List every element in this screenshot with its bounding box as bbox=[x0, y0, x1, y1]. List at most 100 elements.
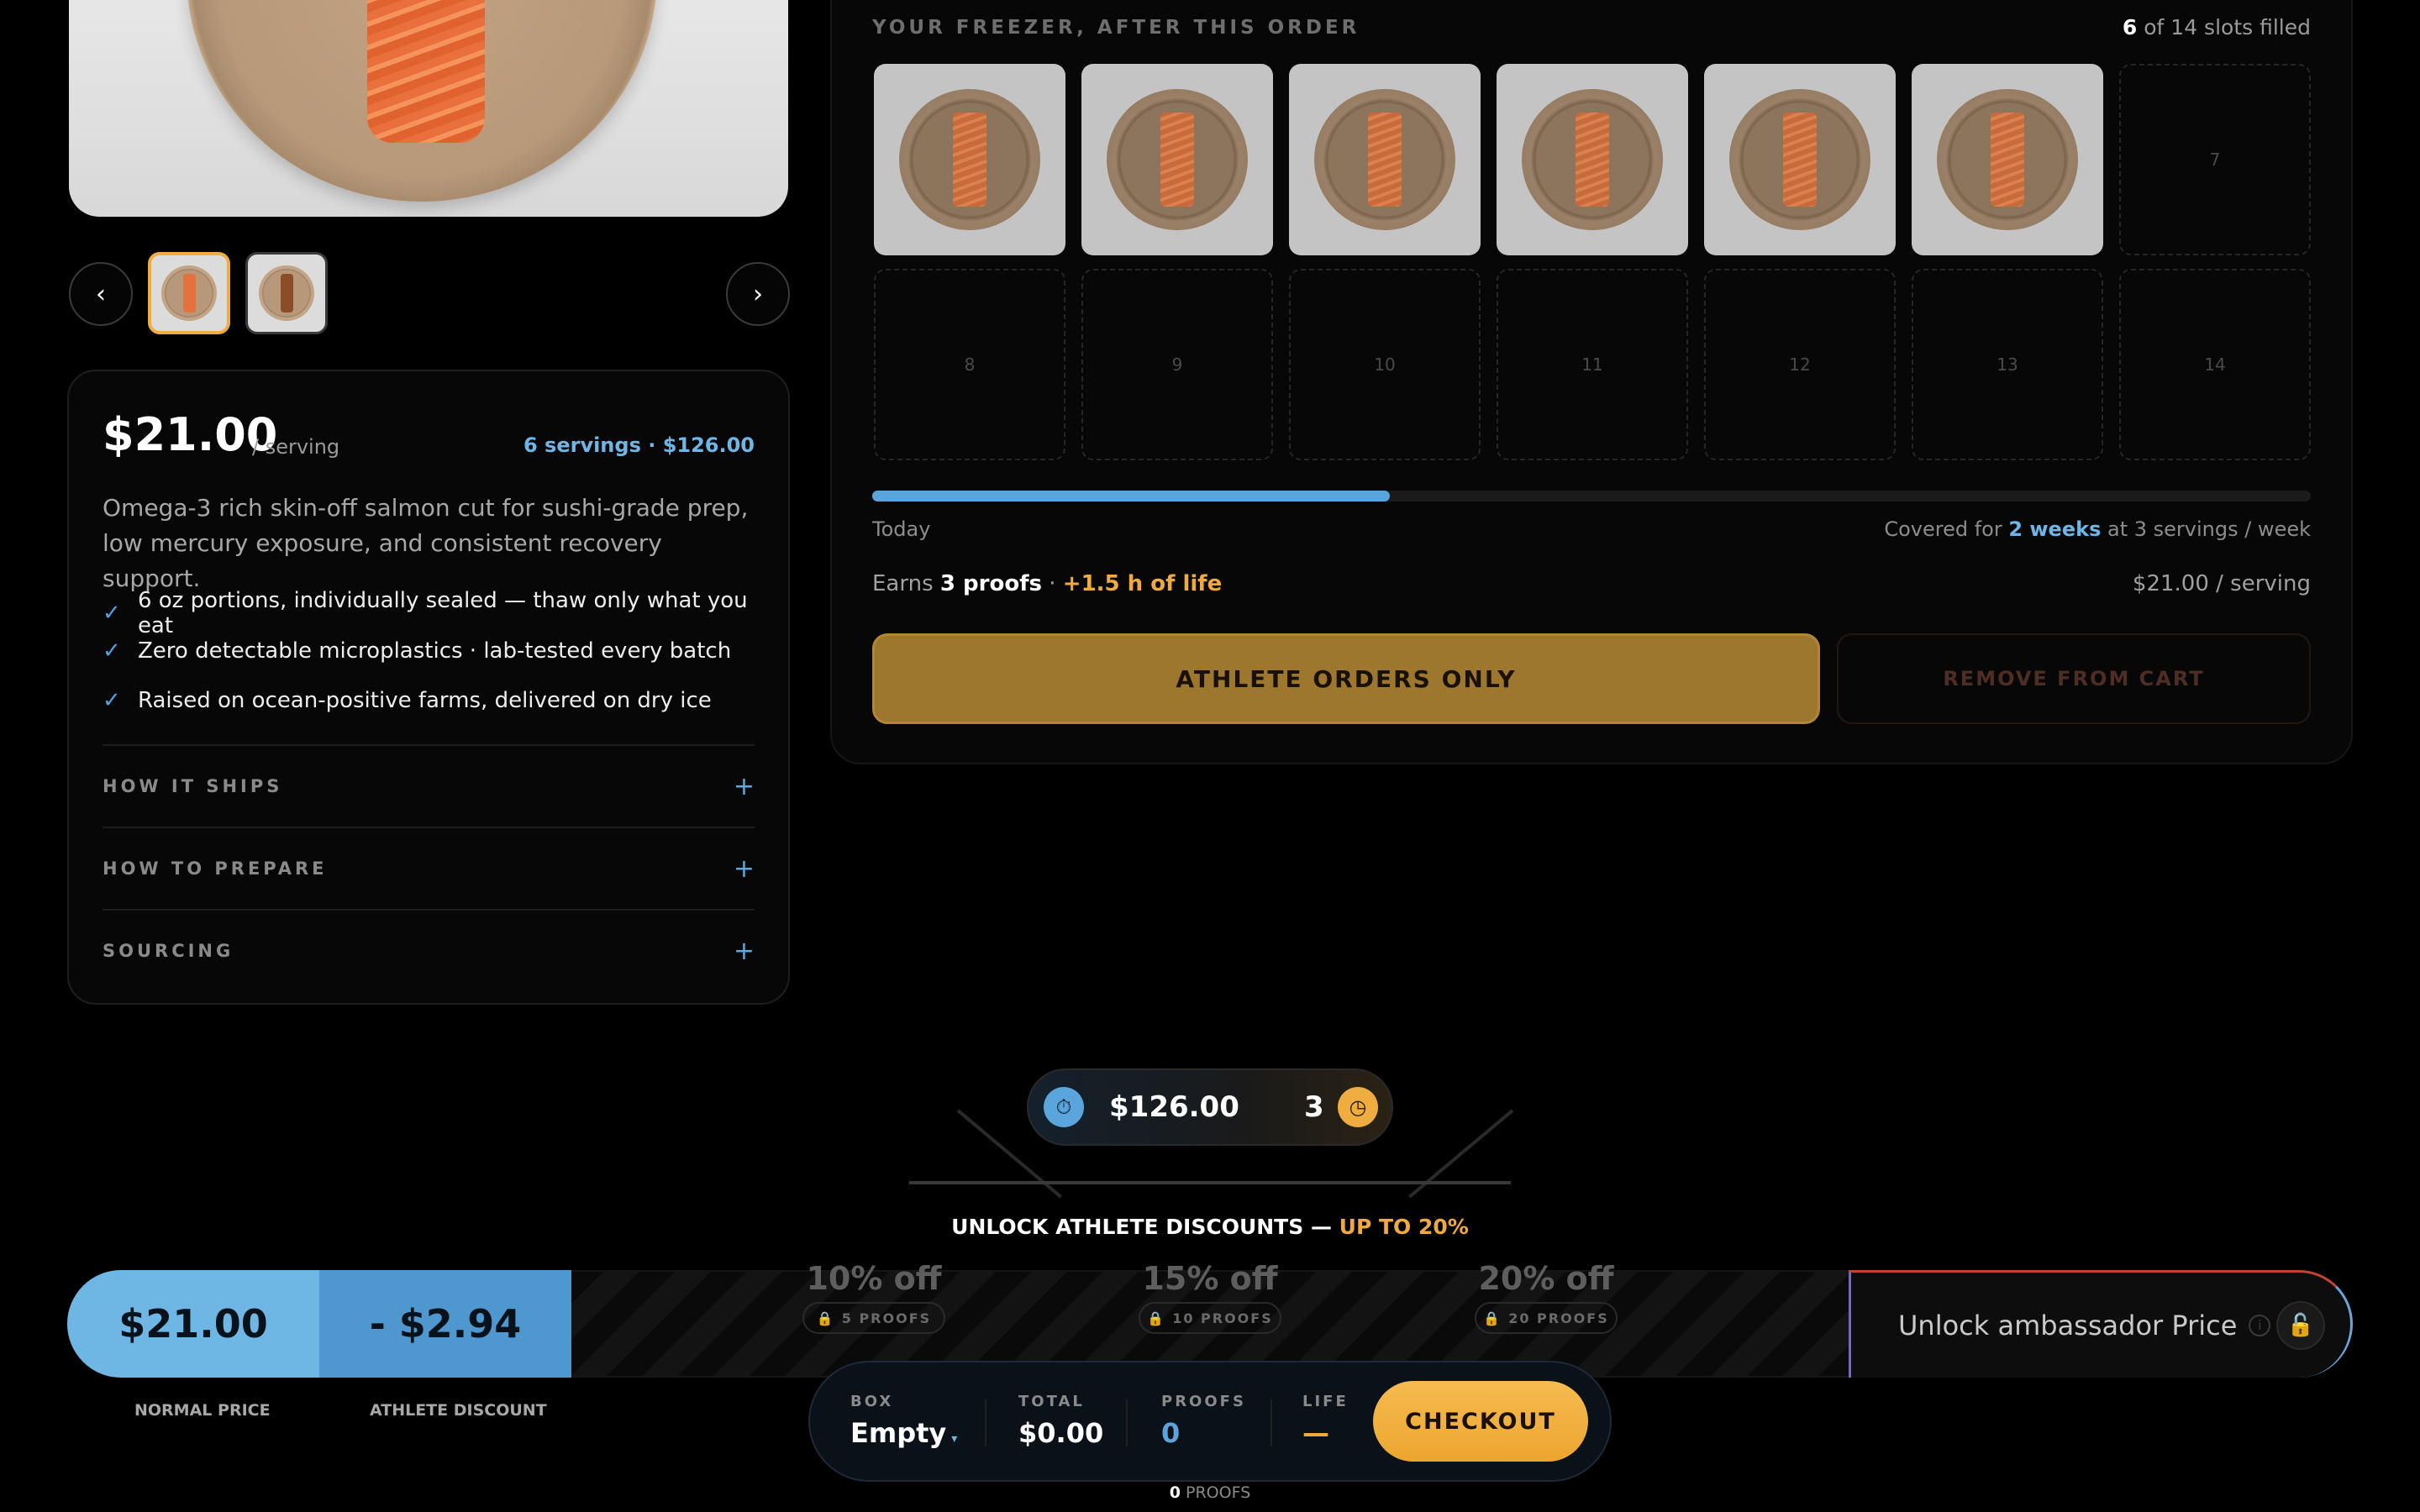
discount-tier-15: 15% off 🔒 10 PROOFS bbox=[1126, 1260, 1294, 1334]
freezer-slot-filled bbox=[1704, 64, 1896, 255]
salmon-plate-image bbox=[1314, 89, 1455, 230]
product-info-card: $21.00 / serving 6 servings · $126.00 Om… bbox=[67, 370, 790, 1005]
coverage-prefix: Covered for bbox=[1884, 517, 2009, 541]
filled-count: 6 bbox=[2122, 15, 2138, 39]
lock-icon[interactable]: 🔓 bbox=[2276, 1301, 2325, 1350]
freezer-slot-empty: 11 bbox=[1497, 269, 1688, 460]
life-label: LIFE bbox=[1302, 1393, 1349, 1410]
product-description: Omega-3 rich skin-off salmon cut for sus… bbox=[103, 494, 749, 592]
freezer-slot-empty: 7 bbox=[2119, 64, 2311, 255]
tier-percent: 10% off bbox=[806, 1260, 942, 1297]
unlock-discounts-title: UNLOCK ATHLETE DISCOUNTS — UP TO 20% bbox=[924, 1215, 1496, 1239]
accordion-label: HOW IT SHIPS bbox=[103, 776, 283, 796]
unlock-highlight: UP TO 20% bbox=[1339, 1215, 1469, 1239]
salmon-plate-image bbox=[1107, 89, 1248, 230]
normal-price-segment: $21.00 bbox=[67, 1270, 319, 1378]
accordion-sourcing[interactable]: SOURCING + bbox=[103, 909, 755, 991]
tier-proofs-badge: 🔒 10 PROOFS bbox=[1139, 1302, 1281, 1334]
life-field: LIFE — bbox=[1302, 1393, 1349, 1449]
divider bbox=[985, 1399, 986, 1446]
accordion-how-it-ships[interactable]: HOW IT SHIPS + bbox=[103, 744, 755, 827]
salmon-plate-image bbox=[899, 89, 1040, 230]
check-icon: ✓ bbox=[103, 688, 121, 713]
chevron-left-icon: ‹ bbox=[96, 279, 106, 309]
coverage-progress-bar bbox=[872, 491, 2311, 501]
feature-item: ✓ Zero detectable microplastics · lab-te… bbox=[103, 638, 731, 664]
accordion-how-to-prepare[interactable]: HOW TO PREPARE + bbox=[103, 827, 755, 909]
freezer-slot-empty: 9 bbox=[1081, 269, 1273, 460]
tray-base bbox=[909, 1181, 1511, 1184]
box-value-text: Empty bbox=[850, 1417, 947, 1449]
proofs-footer: 0 PROOFS bbox=[1126, 1483, 1294, 1502]
gallery-next-button[interactable]: › bbox=[726, 262, 790, 326]
feature-text: 6 oz portions, individually sealed — tha… bbox=[137, 588, 748, 638]
salmon-plate-image bbox=[1937, 89, 2078, 230]
accordion-label: HOW TO PREPARE bbox=[103, 858, 328, 879]
athlete-orders-button[interactable]: ATHLETE ORDERS ONLY bbox=[872, 633, 1820, 724]
proofs-footer-count: 0 bbox=[1169, 1483, 1181, 1502]
box-selector[interactable]: BOX Empty ▾ bbox=[850, 1393, 957, 1449]
coverage-suffix: at 3 servings / week bbox=[2101, 517, 2311, 541]
tier-proofs-badge: 🔒 20 PROOFS bbox=[1475, 1302, 1618, 1334]
unlock-title-text: UNLOCK ATHLETE DISCOUNTS — bbox=[951, 1215, 1339, 1239]
gallery-prev-button[interactable]: ‹ bbox=[69, 262, 133, 326]
earns-prefix: Earns bbox=[872, 571, 940, 596]
checkout-button[interactable]: CHECKOUT bbox=[1373, 1381, 1588, 1462]
price-unit: / serving bbox=[252, 435, 340, 459]
plus-icon: + bbox=[733, 853, 755, 884]
tier-proofs: 10 PROOFS bbox=[1172, 1310, 1273, 1326]
proofs-label: PROOFS bbox=[1161, 1393, 1246, 1410]
tier-percent: 15% off bbox=[1142, 1260, 1278, 1297]
tier-proofs-badge: 🔒 5 PROOFS bbox=[802, 1302, 945, 1334]
earns-separator: · bbox=[1041, 571, 1063, 596]
earns-proofs: 3 proofs bbox=[939, 571, 1042, 596]
freezer-slot-count: 6 of 14 slots filled bbox=[2123, 15, 2311, 39]
freezer-slot-filled bbox=[1289, 64, 1481, 255]
info-icon[interactable]: i bbox=[2249, 1314, 2271, 1336]
freezer-slot-filled bbox=[1912, 64, 2103, 255]
chevron-down-icon: ▾ bbox=[951, 1432, 958, 1446]
stopwatch-icon: ⏱ bbox=[1044, 1087, 1084, 1127]
earns-life: +1.5 h of life bbox=[1062, 571, 1223, 596]
box-label: BOX bbox=[850, 1393, 894, 1410]
total-field: TOTAL $0.00 bbox=[1018, 1393, 1103, 1449]
cart-amount: $126.00 bbox=[1109, 1090, 1239, 1124]
coverage-progress-fill bbox=[872, 491, 1391, 501]
freezer-slot-filled bbox=[1497, 64, 1688, 255]
count-suffix: of 14 slots filled bbox=[2137, 15, 2311, 39]
timeline-start-label: Today bbox=[872, 517, 931, 541]
freezer-slot-empty: 14 bbox=[2119, 269, 2311, 460]
lock-icon: 🔒 bbox=[1147, 1310, 1166, 1326]
thumbnail-image bbox=[259, 265, 314, 321]
plus-icon: + bbox=[733, 936, 755, 966]
freezer-slot-filled bbox=[874, 64, 1065, 255]
ambassador-unlock[interactable]: Unlock ambassador Price i 🔓 bbox=[1849, 1270, 2353, 1378]
cart-bar: BOX Empty ▾ TOTAL $0.00 PROOFS 0 LIFE — C… bbox=[808, 1361, 1612, 1482]
gallery-thumbnail-1[interactable] bbox=[148, 252, 230, 334]
box-value: Empty ▾ bbox=[850, 1417, 957, 1449]
tier-percent: 20% off bbox=[1478, 1260, 1614, 1297]
coverage-duration: 2 weeks bbox=[2008, 517, 2102, 541]
proofs-field: PROOFS 0 bbox=[1161, 1393, 1246, 1449]
divider bbox=[1126, 1399, 1128, 1446]
discount-tier-20: 20% off 🔒 20 PROOFS bbox=[1462, 1260, 1630, 1334]
total-value: $0.00 bbox=[1018, 1417, 1104, 1449]
athlete-discount-segment: - $2.94 bbox=[319, 1270, 571, 1378]
divider bbox=[1270, 1399, 1272, 1446]
freezer-slot-filled bbox=[1081, 64, 1273, 255]
feature-text: Raised on ocean-positive farms, delivere… bbox=[138, 688, 712, 713]
servings-summary: 6 servings · $126.00 bbox=[523, 433, 755, 457]
freezer-slot-empty: 8 bbox=[874, 269, 1065, 460]
remove-from-cart-button[interactable]: REMOVE FROM CART bbox=[1837, 633, 2311, 724]
freezer-title: YOUR FREEZER, AFTER THIS ORDER bbox=[872, 17, 1360, 39]
proofs-value: 0 bbox=[1161, 1417, 1181, 1449]
lock-icon: 🔒 bbox=[1483, 1310, 1502, 1326]
feature-text: Zero detectable microplastics · lab-test… bbox=[138, 638, 732, 664]
gallery-thumbnail-2[interactable] bbox=[245, 252, 328, 334]
accordion-label: SOURCING bbox=[103, 941, 234, 961]
earns-text: Earns 3 proofs · +1.5 h of life bbox=[872, 571, 1222, 596]
check-icon: ✓ bbox=[103, 638, 121, 664]
coverage-text: Covered for 2 weeks at 3 servings / week bbox=[1884, 517, 2311, 541]
freezer-slot-empty: 10 bbox=[1289, 269, 1481, 460]
clock-icon: ◷ bbox=[1338, 1087, 1378, 1127]
